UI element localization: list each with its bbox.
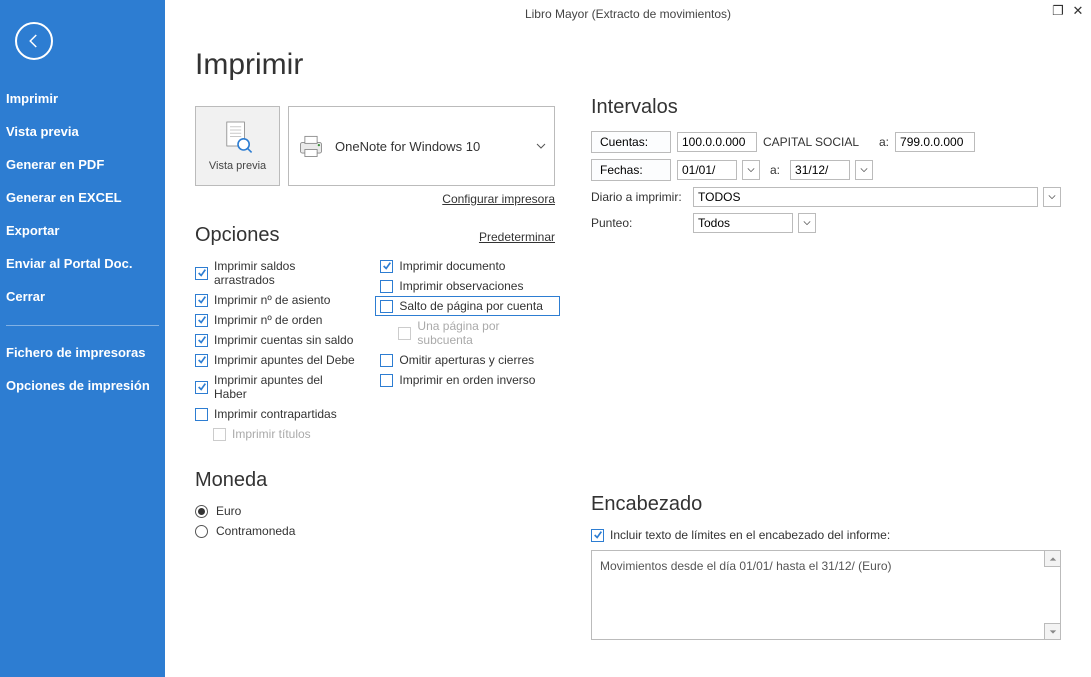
printer-name: OneNote for Windows 10	[335, 139, 480, 154]
checkbox-label: Imprimir observaciones	[399, 279, 523, 293]
checkbox[interactable]	[195, 267, 208, 280]
window-title: Libro Mayor (Extracto de movimientos)	[165, 0, 1091, 28]
punteo-label: Punteo:	[591, 216, 687, 230]
header-textarea[interactable]: Movimientos desde el día 01/01/ hasta el…	[591, 550, 1061, 640]
option-imprimir-contrapartidas[interactable]: Imprimir contrapartidas	[195, 407, 356, 421]
checkbox[interactable]	[380, 260, 393, 273]
preview-label: Vista previa	[209, 160, 266, 172]
checkbox-label: Imprimir nº de orden	[214, 313, 322, 327]
option-imprimir-títulos: Imprimir títulos	[213, 427, 356, 441]
preview-button[interactable]: Vista previa	[195, 106, 280, 186]
checkbox-label: Imprimir contrapartidas	[214, 407, 337, 421]
include-header-checkbox[interactable]: Incluir texto de límites en el encabezad…	[591, 528, 1061, 542]
sidebar-item2-1[interactable]: Opciones de impresión	[0, 369, 165, 402]
printer-select[interactable]: OneNote for Windows 10	[288, 106, 555, 186]
option-salto-de-página-por-cuenta[interactable]: Salto de página por cuenta	[375, 296, 560, 316]
punteo-dropdown[interactable]	[798, 213, 816, 233]
sidebar-separator	[6, 325, 159, 326]
option-imprimir-documento[interactable]: Imprimir documento	[380, 259, 555, 273]
checkbox-label: Imprimir cuentas sin saldo	[214, 333, 353, 347]
option-una-página-por-subcuenta: Una página por subcuenta	[398, 319, 555, 347]
diary-select[interactable]	[693, 187, 1038, 207]
close-icon[interactable]: ✕	[1071, 4, 1085, 18]
checkbox-label: Imprimir apuntes del Debe	[214, 353, 355, 367]
option-omitir-aperturas-y-cierres[interactable]: Omitir aperturas y cierres	[380, 353, 555, 367]
config-printer-link[interactable]: Configurar impresora	[442, 192, 555, 206]
checkbox-label: Imprimir títulos	[232, 427, 311, 441]
checkbox-label: Imprimir nº de asiento	[214, 293, 330, 307]
checkbox[interactable]	[195, 334, 208, 347]
checkbox-label: Imprimir saldos arrastrados	[214, 259, 356, 287]
sidebar-item-6[interactable]: Cerrar	[0, 280, 165, 313]
currency-euro[interactable]: Euro	[195, 504, 555, 518]
restore-icon[interactable]: ❐	[1051, 4, 1065, 18]
checkbox[interactable]	[380, 374, 393, 387]
checkbox[interactable]	[195, 408, 208, 421]
checkbox[interactable]	[380, 300, 393, 313]
diary-label: Diario a imprimir:	[591, 190, 687, 204]
option-imprimir-observaciones[interactable]: Imprimir observaciones	[380, 279, 555, 293]
option-imprimir-en-orden-inverso[interactable]: Imprimir en orden inverso	[380, 373, 555, 387]
account-name: CAPITAL SOCIAL	[763, 135, 873, 149]
checkbox-label: Imprimir apuntes del Haber	[214, 373, 356, 401]
currency-heading: Moneda	[195, 469, 555, 492]
radio-button[interactable]	[195, 505, 208, 518]
option-imprimir-nº-de-asiento[interactable]: Imprimir nº de asiento	[195, 293, 356, 307]
options-heading: Opciones	[195, 224, 280, 247]
header-heading: Encabezado	[591, 493, 1061, 516]
option-imprimir-cuentas-sin-saldo[interactable]: Imprimir cuentas sin saldo	[195, 333, 356, 347]
checkbox	[398, 327, 411, 340]
checkbox[interactable]	[380, 280, 393, 293]
date-from-input[interactable]	[677, 160, 737, 180]
checkbox[interactable]	[591, 529, 604, 542]
to-label-2: a:	[770, 163, 780, 177]
accounts-label-button[interactable]: Cuentas:	[591, 131, 671, 153]
account-to-input[interactable]	[895, 132, 975, 152]
back-button[interactable]	[15, 22, 53, 60]
currency-contra[interactable]: Contramoneda	[195, 524, 555, 538]
to-label: a:	[879, 135, 889, 149]
printer-icon	[297, 132, 325, 160]
checkbox-label: Una página por subcuenta	[417, 319, 555, 347]
default-link[interactable]: Predeterminar	[479, 230, 555, 244]
sidebar-item-3[interactable]: Generar en EXCEL	[0, 181, 165, 214]
option-imprimir-apuntes-del-debe[interactable]: Imprimir apuntes del Debe	[195, 353, 356, 367]
checkbox[interactable]	[195, 314, 208, 327]
sidebar: ImprimirVista previaGenerar en PDFGenera…	[0, 0, 165, 677]
sidebar-item-2[interactable]: Generar en PDF	[0, 148, 165, 181]
checkbox-label: Imprimir documento	[399, 259, 505, 273]
page-title: Imprimir	[195, 48, 555, 82]
radio-button[interactable]	[195, 525, 208, 538]
date-from-dropdown[interactable]	[742, 160, 760, 180]
option-imprimir-saldos-arrastrados[interactable]: Imprimir saldos arrastrados	[195, 259, 356, 287]
sidebar-item-1[interactable]: Vista previa	[0, 115, 165, 148]
checkbox	[213, 428, 226, 441]
header-text: Movimientos desde el día 01/01/ hasta el…	[600, 559, 892, 573]
checkbox[interactable]	[195, 381, 208, 394]
checkbox[interactable]	[195, 354, 208, 367]
sidebar-item-0[interactable]: Imprimir	[0, 82, 165, 115]
account-from-input[interactable]	[677, 132, 757, 152]
option-imprimir-apuntes-del-haber[interactable]: Imprimir apuntes del Haber	[195, 373, 356, 401]
diary-dropdown[interactable]	[1043, 187, 1061, 207]
chevron-down-icon	[536, 141, 546, 151]
checkbox-label: Omitir aperturas y cierres	[399, 353, 534, 367]
date-to-input[interactable]	[790, 160, 850, 180]
sidebar-item-4[interactable]: Exportar	[0, 214, 165, 247]
intervals-heading: Intervalos	[591, 96, 1061, 119]
checkbox-label: Imprimir en orden inverso	[399, 373, 535, 387]
scroll-up[interactable]	[1044, 551, 1060, 567]
checkbox[interactable]	[195, 294, 208, 307]
sidebar-item-5[interactable]: Enviar al Portal Doc.	[0, 247, 165, 280]
sidebar-item2-0[interactable]: Fichero de impresoras	[0, 336, 165, 369]
date-to-dropdown[interactable]	[855, 160, 873, 180]
option-imprimir-nº-de-orden[interactable]: Imprimir nº de orden	[195, 313, 356, 327]
punteo-select[interactable]	[693, 213, 793, 233]
main-area: Libro Mayor (Extracto de movimientos) ❐ …	[165, 0, 1091, 677]
checkbox[interactable]	[380, 354, 393, 367]
dates-label-button[interactable]: Fechas:	[591, 159, 671, 181]
scroll-down[interactable]	[1044, 623, 1060, 639]
document-preview-icon	[222, 120, 254, 156]
checkbox-label: Salto de página por cuenta	[399, 299, 542, 313]
